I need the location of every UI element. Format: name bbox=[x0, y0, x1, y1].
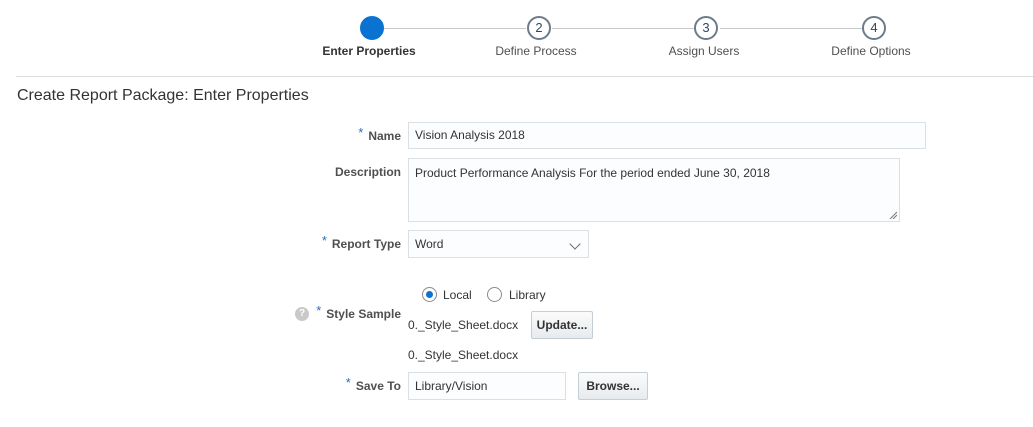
chevron-down-icon bbox=[569, 238, 581, 250]
style-sample-label: * Style Sample bbox=[316, 303, 401, 321]
report-type-value: Word bbox=[415, 237, 444, 251]
train-connector bbox=[384, 28, 526, 29]
style-sample-label-text: Style Sample bbox=[326, 307, 401, 321]
description-textarea[interactable]: Product Performance Analysis For the per… bbox=[408, 158, 900, 222]
required-marker: * bbox=[345, 375, 351, 390]
required-marker: * bbox=[358, 125, 364, 140]
description-label: Description bbox=[334, 165, 401, 179]
library-radio[interactable] bbox=[487, 287, 502, 302]
train-connector bbox=[552, 28, 694, 29]
required-marker: * bbox=[321, 233, 327, 248]
train-step-1-marker[interactable]: 1 bbox=[360, 16, 384, 40]
style-sample-file-name: 0._Style_Sheet.docx bbox=[408, 318, 519, 332]
report-type-label-text: Report Type bbox=[331, 237, 401, 251]
update-button[interactable]: Update... bbox=[531, 311, 593, 339]
save-to-label: * Save To bbox=[345, 375, 401, 393]
train-step-1-label[interactable]: Enter Properties bbox=[322, 44, 415, 58]
train-step-3-marker[interactable]: 3 bbox=[694, 16, 718, 40]
browse-button[interactable]: Browse... bbox=[578, 372, 648, 400]
local-radio[interactable] bbox=[422, 287, 437, 302]
resize-grip-icon[interactable] bbox=[889, 211, 897, 219]
style-sample-current-file: 0._Style_Sheet.docx bbox=[408, 348, 519, 362]
local-radio-label[interactable]: Local bbox=[443, 288, 472, 302]
report-type-label: * Report Type bbox=[321, 233, 401, 251]
report-type-select[interactable]: Word bbox=[408, 230, 589, 258]
required-marker: * bbox=[316, 303, 322, 318]
save-to-label-text: Save To bbox=[355, 379, 401, 393]
train-step-3-label[interactable]: Assign Users bbox=[669, 44, 740, 58]
page-title: Create Report Package: Enter Properties bbox=[17, 87, 309, 104]
train-step-4-label[interactable]: Define Options bbox=[831, 44, 910, 58]
description-text: Product Performance Analysis For the per… bbox=[415, 166, 770, 180]
library-radio-label[interactable]: Library bbox=[509, 288, 546, 302]
save-to-input[interactable]: Library/Vision bbox=[408, 372, 566, 400]
name-label: * Name bbox=[358, 125, 401, 143]
name-label-text: Name bbox=[368, 129, 401, 143]
train-step-4-marker[interactable]: 4 bbox=[862, 16, 886, 40]
train-step-2-label[interactable]: Define Process bbox=[495, 44, 576, 58]
name-input[interactable]: Vision Analysis 2018 bbox=[408, 122, 926, 149]
train-step-2-marker[interactable]: 2 bbox=[527, 16, 551, 40]
header-divider bbox=[16, 76, 1033, 77]
train-connector bbox=[720, 28, 862, 29]
help-icon[interactable]: ? bbox=[295, 307, 309, 321]
